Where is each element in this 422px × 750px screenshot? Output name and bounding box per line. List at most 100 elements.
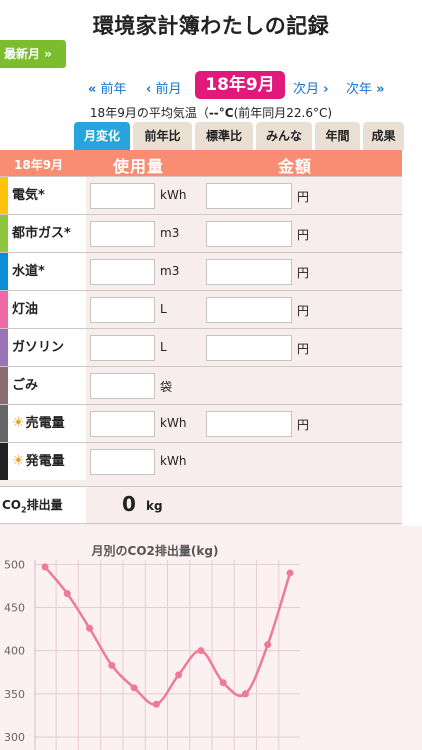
yen-unit: 円 — [297, 190, 310, 204]
tab-annual[interactable]: 年間 — [315, 122, 360, 150]
row-label: ☀売電量 — [0, 405, 86, 442]
table-row: 灯油 L 円 — [0, 290, 402, 328]
double-chevron-left-icon: « — [88, 82, 97, 97]
tab-monthly-change[interactable]: 月変化 — [74, 122, 130, 150]
tab-everyone[interactable]: みんな — [256, 122, 312, 150]
table-month-label: 18年9月 — [14, 158, 64, 172]
row-label: 灯油 — [0, 291, 86, 328]
y-tick-label: 500 — [4, 558, 25, 571]
next-year-link[interactable]: 次年 » — [346, 78, 385, 97]
tab-year-over-year[interactable]: 前年比 — [133, 122, 192, 150]
table-row: ☀売電量 kWh 円 — [0, 404, 402, 442]
amount-column-header: 金額 — [278, 157, 313, 176]
amount-input[interactable] — [206, 183, 292, 209]
data-point — [241, 690, 249, 698]
usage-input[interactable] — [90, 449, 155, 475]
amount-input[interactable] — [206, 335, 292, 361]
yen-unit: 円 — [297, 418, 310, 432]
prev-year-link[interactable]: « 前年 — [88, 78, 127, 97]
category-color-bar — [0, 405, 8, 442]
table-row: ごみ 袋 — [0, 366, 402, 404]
yen-unit: 円 — [297, 304, 310, 318]
usage-unit: 袋 — [160, 380, 173, 394]
row-label: ☀発電量 — [0, 443, 86, 480]
data-point — [41, 563, 49, 571]
current-month-badge: 18年9月 — [195, 71, 285, 99]
y-tick-label: 400 — [4, 645, 25, 658]
co2-value: 0 — [122, 492, 136, 516]
chevron-right-icon: › — [323, 82, 329, 97]
data-point — [219, 679, 227, 687]
next-month-link[interactable]: 次月 › — [293, 78, 329, 97]
usage-unit: kWh — [160, 454, 187, 468]
row-label: ごみ — [0, 367, 86, 404]
usage-input[interactable] — [90, 297, 155, 323]
category-color-bar — [0, 215, 8, 252]
data-point — [108, 661, 116, 669]
row-label-value: 水道* — [12, 264, 45, 279]
usage-input[interactable] — [90, 221, 155, 247]
usage-input[interactable] — [90, 411, 155, 437]
temperature-previous-year: (前年同月22.6°C) — [233, 106, 333, 120]
prev-month-label: 前月 — [155, 82, 182, 97]
amount-input[interactable] — [206, 221, 292, 247]
yen-unit: 円 — [297, 342, 310, 356]
table-row: 水道* m3 円 — [0, 252, 402, 290]
category-color-bar — [0, 443, 8, 480]
tab-standard-comparison[interactable]: 標準比 — [195, 122, 253, 150]
y-tick-label: 450 — [4, 602, 25, 615]
temperature-value: --°C — [208, 106, 234, 120]
sun-icon: ☀ — [12, 453, 25, 469]
usage-input[interactable] — [90, 259, 155, 285]
usage-column-header: 使用量 — [113, 157, 165, 176]
tab-results[interactable]: 成果 — [363, 122, 404, 150]
category-color-bar — [0, 329, 8, 366]
latest-month-button[interactable]: 最新月 » — [0, 40, 66, 68]
usage-unit: m3 — [160, 264, 180, 278]
usage-unit: L — [160, 302, 167, 316]
co2-line-chart: 300 350 400 450 500 — [4, 558, 300, 750]
y-tick-label: 350 — [4, 688, 25, 701]
usage-input[interactable] — [90, 335, 155, 361]
row-label: ガソリン — [0, 329, 86, 366]
usage-unit: kWh — [160, 416, 187, 430]
data-point — [175, 671, 183, 679]
row-label: 都市ガス* — [0, 215, 86, 252]
row-label-value: 都市ガス* — [12, 226, 71, 241]
table-row: 都市ガス* m3 円 — [0, 214, 402, 252]
row-label-value: 灯油 — [12, 302, 39, 317]
month-navigation: « 前年 ‹ 前月 18年9月 次月 › 次年 » — [0, 70, 422, 100]
data-point — [264, 641, 272, 649]
prev-month-link[interactable]: ‹ 前月 — [146, 78, 182, 97]
category-color-bar — [0, 253, 8, 290]
y-tick-label: 300 — [4, 731, 25, 744]
row-label-value: 売電量 — [25, 416, 65, 431]
table-header: 18年9月 使用量 金額 — [0, 150, 402, 176]
prev-year-label: 前年 — [100, 82, 127, 97]
usage-input[interactable] — [90, 183, 155, 209]
row-label-text: 都市ガス* — [12, 215, 71, 252]
data-point — [130, 684, 138, 692]
page-title: 環境家計簿わたしの記録 — [92, 14, 330, 38]
chevron-left-icon: ‹ — [146, 82, 152, 97]
usage-unit: L — [160, 340, 167, 354]
usage-unit: kWh — [160, 188, 187, 202]
sun-icon: ☀ — [12, 415, 25, 431]
row-label-text: 水道* — [12, 253, 45, 290]
yen-unit: 円 — [297, 266, 310, 280]
average-temperature: 18年9月の平均気温（--°C(前年同月22.6°C) — [0, 104, 422, 121]
next-month-label: 次月 — [293, 82, 320, 97]
table-row: ☀発電量 kWh — [0, 442, 402, 480]
data-point — [86, 624, 94, 632]
double-chevron-right-icon: » — [376, 82, 385, 97]
data-point — [152, 700, 160, 708]
row-label-value: ごみ — [12, 378, 39, 393]
amount-input[interactable] — [206, 259, 292, 285]
yen-unit: 円 — [297, 228, 310, 242]
temperature-prefix: 18年9月の平均気温（ — [89, 106, 209, 120]
usage-input[interactable] — [90, 373, 155, 399]
amount-input[interactable] — [206, 411, 292, 437]
amount-input[interactable] — [206, 297, 292, 323]
row-label: 電気* — [0, 177, 86, 214]
row-label-text: ガソリン — [12, 329, 64, 366]
